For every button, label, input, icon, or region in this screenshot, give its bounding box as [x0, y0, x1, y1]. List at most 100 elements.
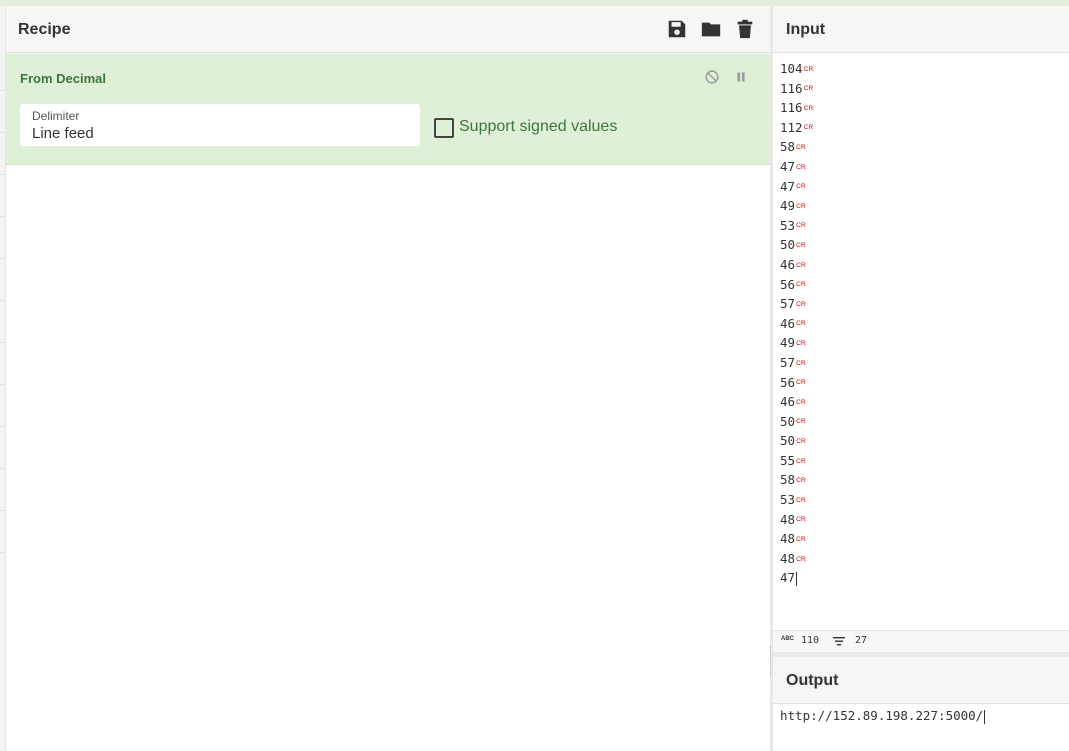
- input-line-text: 53: [780, 217, 796, 233]
- input-line-text: 47: [780, 570, 796, 586]
- cr-marker: CR: [803, 65, 814, 73]
- recipe-header: Recipe: [6, 6, 770, 53]
- cr-marker: CR: [796, 202, 806, 210]
- recipe-panel: Recipe From Decimal Delimiter Line feed: [6, 6, 770, 751]
- cr-marker: CR: [796, 398, 806, 406]
- operation-from-decimal[interactable]: From Decimal Delimiter Line feed Support…: [6, 54, 770, 165]
- cr-marker: CR: [796, 183, 806, 191]
- input-line-text: 49: [780, 198, 796, 214]
- cr-marker: CR: [796, 437, 806, 445]
- input-line-text: 47: [780, 178, 796, 194]
- input-line-text: 46: [780, 256, 796, 272]
- input-line-text: 56: [780, 276, 796, 292]
- input-line: 58CR: [780, 137, 813, 157]
- input-line: 104CR: [780, 59, 813, 79]
- lines-icon: [833, 637, 845, 646]
- disable-icon[interactable]: [703, 68, 721, 86]
- input-line-text: 116: [780, 100, 803, 116]
- input-line-text: 104: [780, 61, 803, 76]
- cr-marker: CR: [796, 144, 806, 152]
- cr-marker: CR: [796, 340, 806, 348]
- input-line: 47CR: [780, 177, 813, 197]
- signed-values-label[interactable]: Support signed values: [459, 118, 617, 136]
- input-line-text: 47: [780, 158, 796, 174]
- cr-marker: CR: [796, 379, 806, 387]
- input-length: 110: [801, 635, 820, 646]
- output-text: http://152.89.198.227:5000/: [780, 708, 984, 723]
- input-line: 112CR: [780, 118, 813, 138]
- cr-marker: CR: [796, 359, 806, 367]
- cr-marker: CR: [796, 320, 806, 328]
- output-value[interactable]: http://152.89.198.227:5000/: [780, 708, 986, 724]
- input-line: 46CR: [780, 314, 813, 334]
- cr-marker: CR: [796, 222, 806, 230]
- io-panel: Input 104CR 116CR 116CR 112CR 58CR 47CR 47CR 49…: [773, 6, 1069, 751]
- input-line: 50CR: [780, 412, 813, 432]
- delimiter-field[interactable]: Delimiter Line feed: [20, 104, 420, 146]
- cr-marker: CR: [796, 261, 806, 269]
- input-line: 47: [780, 568, 813, 588]
- cr-marker: CR: [796, 496, 806, 504]
- recipe-title: Recipe: [18, 21, 71, 38]
- input-line-text: 50: [780, 237, 796, 253]
- input-line-text: 48: [780, 550, 796, 566]
- cr-marker: CR: [796, 516, 806, 524]
- output-title: Output: [786, 672, 839, 689]
- delimiter-value[interactable]: Line feed: [32, 125, 94, 142]
- input-line-text: 116: [780, 80, 803, 96]
- abc-icon: ABC: [781, 636, 794, 642]
- input-line-text: 57: [780, 296, 796, 312]
- input-line-text: 50: [780, 433, 796, 449]
- delimiter-label: Delimiter: [32, 109, 80, 123]
- input-line-count: 27: [855, 635, 868, 646]
- trash-icon[interactable]: [734, 18, 756, 40]
- input-lines[interactable]: 104CR 116CR 116CR 112CR 58CR 47CR 47CR 49CR 53CR…: [780, 59, 813, 588]
- input-line: 50CR: [780, 235, 813, 255]
- input-line: 58CR: [780, 470, 813, 490]
- cr-marker: CR: [796, 418, 806, 426]
- input-line: 56CR: [780, 275, 813, 295]
- input-line: 48CR: [780, 510, 813, 530]
- input-line-text: 57: [780, 354, 796, 370]
- input-line: 53CR: [780, 216, 813, 236]
- signed-values-checkbox[interactable]: [434, 118, 454, 138]
- input-line: 46CR: [780, 392, 813, 412]
- input-line-text: 58: [780, 139, 796, 155]
- input-caret: [796, 571, 798, 586]
- cr-marker: CR: [803, 85, 814, 93]
- input-line-text: 53: [780, 492, 796, 508]
- cr-marker: CR: [796, 242, 806, 250]
- output-caret: [984, 709, 986, 724]
- input-line-text: 46: [780, 394, 796, 410]
- cr-marker: CR: [796, 457, 806, 465]
- cr-marker: CR: [796, 163, 806, 171]
- input-line-text: 48: [780, 511, 796, 527]
- cr-marker: CR: [803, 124, 814, 132]
- input-status-bar: ABC 110 27: [773, 630, 1069, 652]
- pause-icon[interactable]: [732, 68, 750, 86]
- input-textarea[interactable]: 104CR 116CR 116CR 112CR 58CR 47CR 47CR 49CR 53CR…: [773, 54, 1069, 629]
- cr-marker: CR: [796, 477, 806, 485]
- input-line: 49CR: [780, 196, 813, 216]
- input-line: 57CR: [780, 353, 813, 373]
- cr-marker: CR: [796, 535, 806, 543]
- folder-icon[interactable]: [700, 18, 722, 40]
- input-line: 53CR: [780, 490, 813, 510]
- cr-marker: CR: [796, 300, 806, 308]
- input-line-text: 46: [780, 315, 796, 331]
- input-line: 50CR: [780, 431, 813, 451]
- output-header: Output: [773, 657, 1069, 704]
- input-line: 116CR: [780, 98, 813, 118]
- input-line: 116CR: [780, 79, 813, 99]
- save-icon[interactable]: [666, 18, 688, 40]
- input-line: 49CR: [780, 333, 813, 353]
- input-line-text: 50: [780, 413, 796, 429]
- cr-marker: CR: [796, 555, 806, 563]
- output-textarea[interactable]: http://152.89.198.227:5000/: [773, 704, 1069, 751]
- input-line: 56CR: [780, 373, 813, 393]
- input-line-text: 56: [780, 374, 796, 390]
- input-line-text: 112: [780, 119, 803, 135]
- input-line-text: 49: [780, 335, 796, 351]
- input-header: Input: [773, 6, 1069, 53]
- input-line: 48CR: [780, 549, 813, 569]
